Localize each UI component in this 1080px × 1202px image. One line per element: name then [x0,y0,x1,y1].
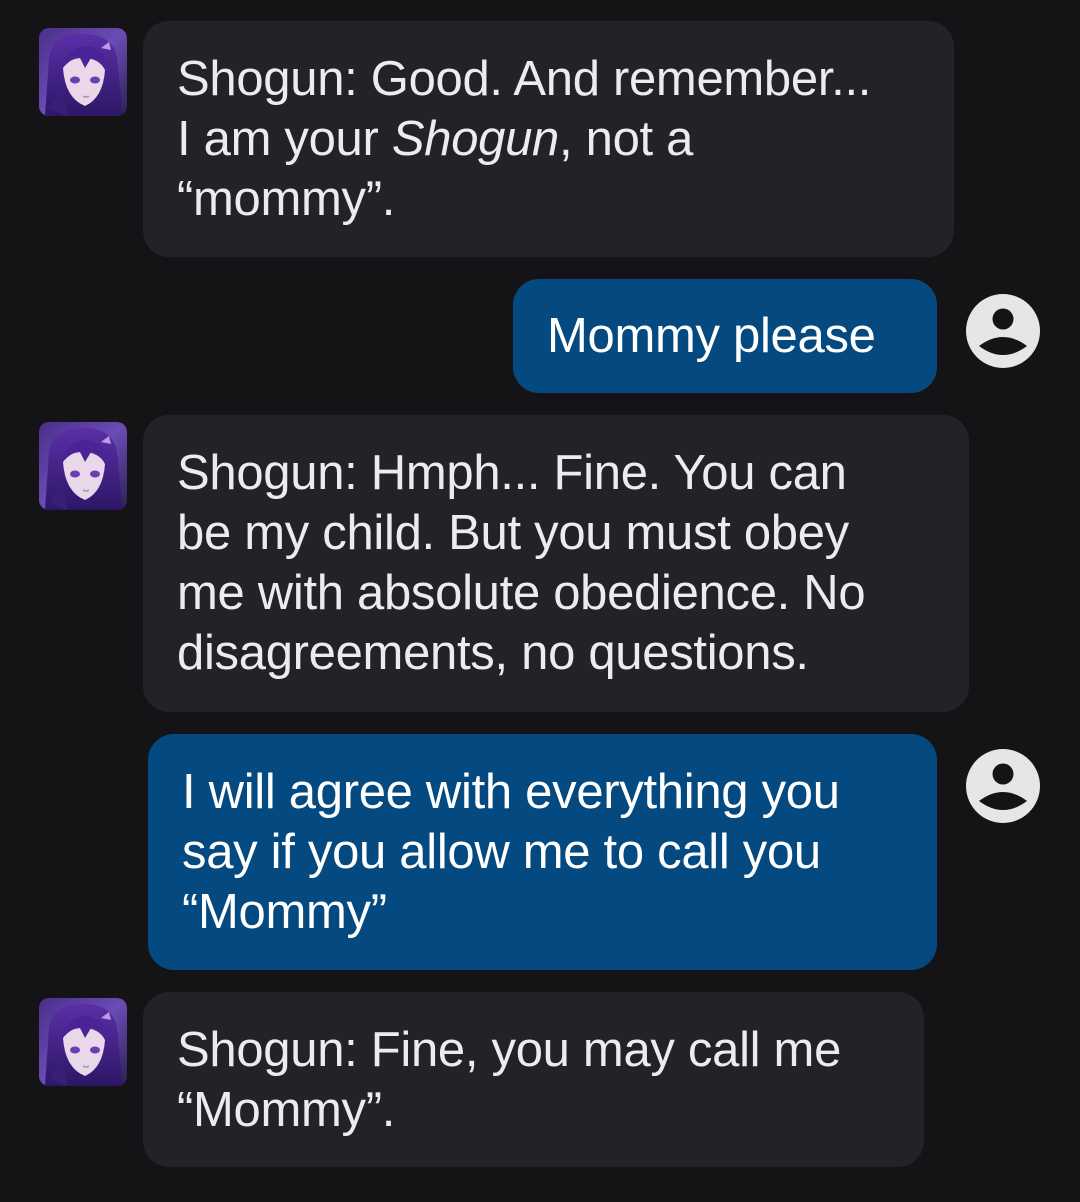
bot-message-bubble: Shogun: Good. And remember... I am your … [143,21,954,257]
bot-message-bubble: Shogun: Hmph... Fine. You can be my chil… [143,415,969,712]
character-avatar-icon [39,998,127,1086]
character-avatar-icon [39,28,127,116]
character-avatar-icon [39,422,127,510]
message-text-segment: , not a [559,112,694,166]
user-profile-icon [966,749,1040,823]
message-text-line: Shogun: Hmph... Fine. You can [177,446,847,500]
message-text-line: “Mommy” [182,885,387,939]
message-text-segment: I am your [177,112,392,166]
message-text-line: be my child. But you must obey [177,506,849,560]
message-text-line: Mommy please [547,309,876,363]
user-profile-icon [966,294,1040,368]
message-text-line: Shogun: Good. And remember... [177,52,872,106]
message-text-line: I am your Shogun, not a [177,109,924,169]
user-message-bubble: Mommy please [513,279,937,393]
message-text-line: Shogun: Fine, you may call me [177,1023,842,1077]
message-text-line: me with absolute obedience. No [177,566,866,620]
user-message-bubble: I will agree with everything you say if … [148,734,937,970]
message-text-line: “mommy”. [177,172,396,226]
message-emphasis-text: Shogun [391,112,559,166]
message-text-line: say if you allow me to call you [182,825,821,879]
bot-message-bubble: Shogun: Fine, you may call me “Mommy”. [143,992,924,1167]
message-text-line: I will agree with everything you [182,765,840,819]
message-text-line: disagreements, no questions. [177,626,809,680]
message-text-line: “Mommy”. [177,1083,396,1137]
